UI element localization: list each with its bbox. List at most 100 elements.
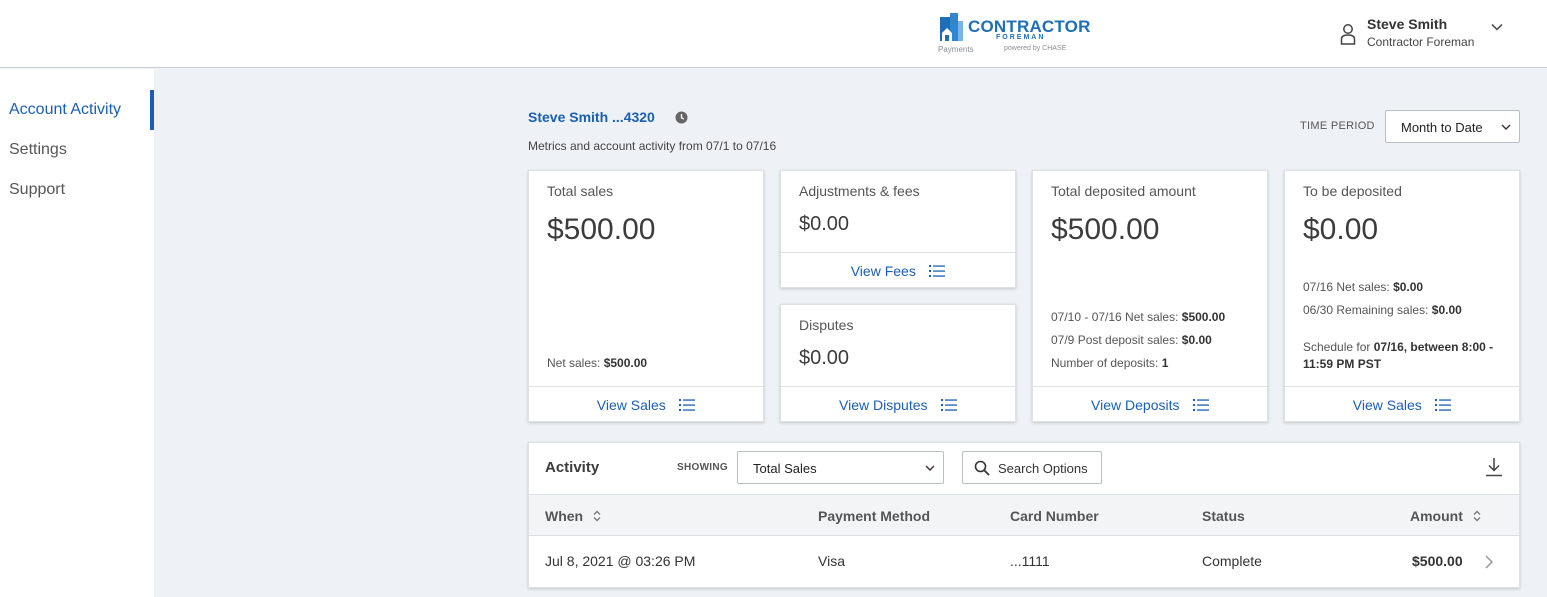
- view-fees-button[interactable]: View Fees: [781, 252, 1015, 287]
- logo-subtitle: FOREMAN: [996, 34, 1046, 41]
- disputes-card: Disputes $0.00 View Disputes: [780, 304, 1016, 422]
- column-payment-method: Payment Method: [818, 508, 931, 524]
- column-when[interactable]: When: [545, 508, 601, 524]
- download-icon[interactable]: [1485, 457, 1503, 477]
- showing-select[interactable]: Total Sales: [737, 451, 944, 484]
- user-company: Contractor Foreman: [1367, 35, 1475, 49]
- to-be-deposited-value: $0.00: [1303, 213, 1379, 246]
- cell-when: Jul 8, 2021 @ 03:26 PM: [545, 553, 696, 569]
- clock-icon[interactable]: [675, 111, 688, 124]
- time-period-value: Month to Date: [1401, 120, 1483, 135]
- user-menu[interactable]: Steve Smith Contractor Foreman: [1340, 14, 1510, 54]
- list-icon: [1435, 399, 1452, 411]
- line-label: 07/16 Net sales:: [1303, 280, 1390, 294]
- contractor-foreman-logo[interactable]: CONTRACTOR FOREMAN Payments powered by C…: [938, 11, 1090, 57]
- logo-powered-by: powered by CHASE: [1004, 45, 1067, 52]
- search-options-label: Search Options: [998, 461, 1088, 476]
- search-icon: [974, 460, 990, 476]
- remaining-sales-line: 06/30 Remaining sales: $0.00: [1303, 303, 1462, 317]
- line-value: $0.00: [1431, 303, 1462, 317]
- deposit-schedule-text: Schedule for 07/16, between 8:00 - 11:59…: [1303, 339, 1493, 373]
- net-sales-value: $500.00: [603, 356, 648, 370]
- list-icon: [940, 399, 957, 411]
- list-icon: [679, 399, 696, 411]
- cell-amount: $500.00: [1412, 553, 1463, 569]
- line-label: 07/9 Post deposit sales:: [1051, 333, 1179, 347]
- view-fees-label: View Fees: [850, 263, 916, 279]
- view-disputes-label: View Disputes: [839, 397, 928, 413]
- to-be-deposited-card: To be deposited $0.00 07/16 Net sales: $…: [1284, 170, 1520, 422]
- user-icon: [1340, 24, 1356, 45]
- card-title: Disputes: [799, 317, 854, 333]
- account-name-link[interactable]: Steve Smith ...4320: [528, 109, 655, 125]
- card-title: To be deposited: [1303, 183, 1402, 199]
- column-when-label: When: [545, 508, 584, 524]
- sidebar-item-account-activity[interactable]: Account Activity: [0, 90, 154, 130]
- top-bar: CONTRACTOR FOREMAN Payments powered by C…: [0, 0, 1547, 68]
- sidebar: Account Activity Settings Support: [0, 69, 154, 597]
- chevron-down-icon: [925, 465, 935, 471]
- cell-payment-method: Visa: [818, 553, 845, 569]
- view-deposits-button[interactable]: View Deposits: [1033, 386, 1267, 421]
- table-header: When Payment Method Card Number Status A…: [529, 494, 1519, 536]
- sort-icon[interactable]: [593, 510, 601, 522]
- list-icon: [929, 265, 946, 277]
- line-value: 1: [1161, 356, 1169, 370]
- search-options-button[interactable]: Search Options: [962, 451, 1102, 484]
- cell-card-number: ...1111: [1010, 553, 1050, 569]
- line-value: $0.00: [1393, 280, 1424, 294]
- card-title: Total sales: [547, 183, 614, 199]
- activity-title: Activity: [545, 459, 600, 476]
- view-sales-label: View Sales: [596, 397, 666, 413]
- column-amount[interactable]: Amount: [1410, 508, 1481, 524]
- adjustments-fees-card: Adjustments & fees $0.00 View Fees: [780, 170, 1016, 288]
- time-period-select[interactable]: Month to Date: [1385, 110, 1520, 143]
- disputes-value: $0.00: [799, 347, 850, 369]
- sort-icon[interactable]: [1473, 510, 1481, 522]
- activity-panel: Activity SHOWING Total Sales Search Opti…: [528, 442, 1520, 588]
- chevron-down-icon: [1501, 124, 1511, 130]
- chevron-right-icon[interactable]: [1484, 554, 1494, 570]
- building-logo-icon: [940, 13, 963, 41]
- deposit-net-sales-line: 07/10 - 07/16 Net sales: $500.00: [1051, 310, 1225, 324]
- total-sales-value: $500.00: [547, 213, 656, 246]
- line-value: $0.00: [1181, 333, 1212, 347]
- line-value: $500.00: [1181, 310, 1226, 324]
- chevron-down-icon[interactable]: [1490, 20, 1504, 34]
- table-row[interactable]: Jul 8, 2021 @ 03:26 PM Visa ...1111 Comp…: [529, 536, 1519, 587]
- time-period-label: TIME PERIOD: [1300, 120, 1375, 132]
- net-sales-line: Net sales: $500.00: [547, 356, 647, 370]
- logo-payments: Payments: [938, 45, 974, 54]
- card-title: Total deposited amount: [1051, 183, 1196, 199]
- user-name: Steve Smith: [1367, 16, 1448, 32]
- sidebar-item-settings[interactable]: Settings: [0, 130, 154, 170]
- schedule-prefix: Schedule for: [1303, 340, 1371, 354]
- list-icon: [1192, 399, 1209, 411]
- total-deposited-value: $500.00: [1051, 213, 1160, 246]
- view-sales-label: View Sales: [1352, 397, 1422, 413]
- column-amount-label: Amount: [1410, 508, 1463, 524]
- today-net-sales-line: 07/16 Net sales: $0.00: [1303, 280, 1423, 294]
- line-label: Number of deposits:: [1051, 356, 1159, 370]
- column-card-number: Card Number: [1010, 508, 1099, 524]
- net-sales-label: Net sales:: [547, 356, 601, 370]
- view-disputes-button[interactable]: View Disputes: [781, 386, 1015, 421]
- view-sales-button[interactable]: View Sales: [529, 386, 763, 421]
- schedule-time: 11:59 PM PST: [1303, 357, 1382, 371]
- schedule-date: 07/16, between 8:00 -: [1373, 340, 1494, 354]
- line-label: 06/30 Remaining sales:: [1303, 303, 1429, 317]
- total-sales-card: Total sales $500.00 Net sales: $500.00 V…: [528, 170, 764, 422]
- post-deposit-sales-line: 07/9 Post deposit sales: $0.00: [1051, 333, 1212, 347]
- total-deposited-card: Total deposited amount $500.00 07/10 - 0…: [1032, 170, 1268, 422]
- line-label: 07/10 - 07/16 Net sales:: [1051, 310, 1179, 324]
- number-of-deposits-line: Number of deposits: 1: [1051, 356, 1168, 370]
- view-sales-button[interactable]: View Sales: [1285, 386, 1519, 421]
- adjustments-fees-value: $0.00: [799, 213, 850, 235]
- view-deposits-label: View Deposits: [1091, 397, 1180, 413]
- showing-value: Total Sales: [753, 461, 817, 476]
- cell-status: Complete: [1202, 553, 1262, 569]
- column-status: Status: [1202, 508, 1245, 524]
- showing-label: SHOWING: [677, 462, 728, 473]
- card-title: Adjustments & fees: [799, 183, 920, 199]
- sidebar-item-support[interactable]: Support: [0, 170, 154, 210]
